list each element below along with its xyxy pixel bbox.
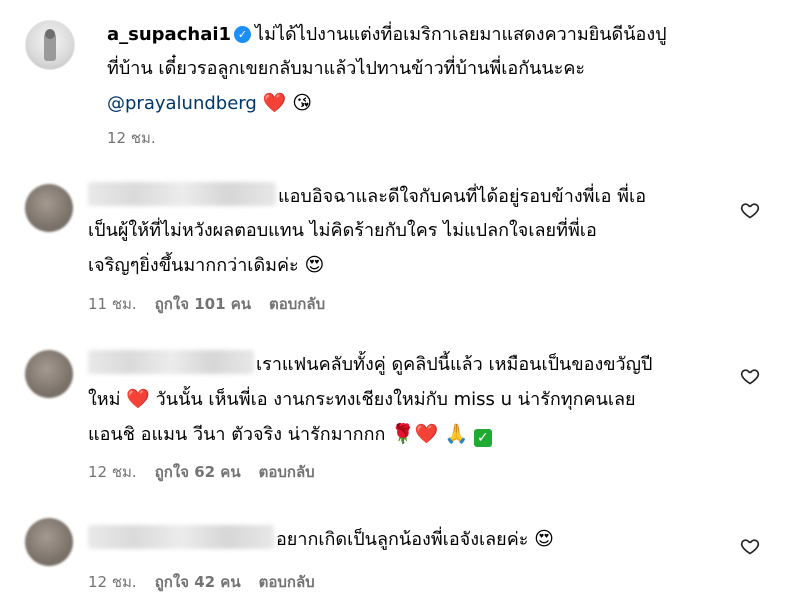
heart-outline-icon[interactable] xyxy=(740,200,760,220)
avatar-head xyxy=(45,29,55,39)
comment-line: ใหม่ ❤️ วันนั้น เห็นพี่เอ งานกระทงเชียงใ… xyxy=(88,382,652,417)
commenter-username-blurred[interactable] xyxy=(88,182,276,206)
comment-line: อยากเกิดเป็นลูกน้องพี่เอจังเลยค่ะ 😍 xyxy=(88,522,554,557)
comment-emoji: 😍 xyxy=(304,254,325,276)
commenter-avatar[interactable] xyxy=(25,184,73,232)
heart-outline-icon[interactable] xyxy=(740,536,760,556)
verified-badge-icon: ✓ xyxy=(234,26,252,43)
comment-line: แอนชิ อแมน วีนา ตัวจริง น่ารักมากกก 🌹❤️ … xyxy=(88,417,652,452)
comment-time[interactable]: 12 ชม. xyxy=(88,573,137,591)
comment-text: เราแฟนคลับทั้งคู่ ดูคลิปนี้แล้ว เหมือนเป… xyxy=(88,348,652,452)
reply-button[interactable]: ตอบกลับ xyxy=(269,295,325,313)
reply-button[interactable]: ตอบกลับ xyxy=(259,573,315,591)
comment-line-text: ใหม่ xyxy=(88,389,121,410)
comment-time[interactable]: 12 ชม. xyxy=(88,463,137,481)
comment-line-text: อยากเกิดเป็นลูกน้องพี่เอจังเลยค่ะ xyxy=(276,529,529,550)
caption-line-3: @prayalundberg ❤️ 😘 xyxy=(107,86,767,121)
comment-line: เราแฟนคลับทั้งคู่ ดูคลิปนี้แล้ว เหมือนเป… xyxy=(88,348,652,382)
comment-time[interactable]: 11 ชม. xyxy=(88,295,137,313)
comment-line-text: วันนั้น เห็นพี่เอ งานกระทงเชียงใหม่กับ m… xyxy=(155,389,636,410)
mention-link[interactable]: @prayalundberg xyxy=(107,93,257,114)
comment-likes[interactable]: ถูกใจ 62 คน xyxy=(155,463,241,481)
comment-line: เป็นผู้ให้ที่ไม่หวังผลตอบแทน ไม่คิดร้ายก… xyxy=(88,220,597,241)
comment-emoji: 😍 xyxy=(534,528,554,550)
commenter-username-blurred[interactable] xyxy=(88,350,254,374)
reply-button[interactable]: ตอบกลับ xyxy=(259,463,315,481)
commenter-avatar[interactable] xyxy=(25,518,73,566)
comment-line: แอบอิจฉาและดีใจกับคนที่ได้อยู่รอบข้างพี่… xyxy=(88,180,646,214)
comment-text: อยากเกิดเป็นลูกน้องพี่เอจังเลยค่ะ 😍 xyxy=(88,522,554,557)
comment-meta: 12 ชม. ถูกใจ 62 คน ตอบกลับ xyxy=(88,460,333,484)
check-mark-emoji: ✓ xyxy=(473,429,492,447)
comment-likes[interactable]: ถูกใจ 42 คน xyxy=(155,573,241,591)
comment-line-text: เจริญๆยิ่งขึ้นมากกว่าเดิมค่ะ xyxy=(88,255,299,276)
comment-likes[interactable]: ถูกใจ 101 คน xyxy=(155,295,251,313)
comment-line-text: แอบอิจฉาและดีใจกับคนที่ได้อยู่รอบข้างพี่… xyxy=(278,186,647,207)
comment-emoji: 🌹❤️ 🙏 xyxy=(391,423,469,445)
comment-line-text: แอนชิ อแมน วีนา ตัวจริง น่ารักมากกก xyxy=(88,424,386,445)
caption-text-1: ไม่ได้ไปงานแต่งที่อเมริกาเลยมาแสดงความยิ… xyxy=(255,24,667,45)
comment-meta: 12 ชม. ถูกใจ 42 คน ตอบกลับ xyxy=(88,570,333,594)
caption-emoji: ❤️ 😘 xyxy=(262,92,313,114)
caption-line-1: a_supachai1 ✓ ไม่ได้ไปงานแต่งที่อเมริกาเลย… xyxy=(107,18,767,52)
post-timestamp[interactable]: 12 ชม. xyxy=(107,126,156,150)
commenter-avatar[interactable] xyxy=(25,350,73,398)
caption-line-2: ที่บ้าน เดี๋ยวรอลูกเขยกลับมาแล้วไปทานข้า… xyxy=(107,58,586,79)
post-author-avatar[interactable] xyxy=(25,20,75,70)
comment-meta: 11 ชม. ถูกใจ 101 คน ตอบกลับ xyxy=(88,292,343,316)
post-username[interactable]: a_supachai1 xyxy=(107,24,231,45)
commenter-username-blurred[interactable] xyxy=(88,525,274,549)
comment-line-text: เราแฟนคลับทั้งคู่ ดูคลิปนี้แล้ว เหมือนเป… xyxy=(256,354,653,375)
heart-outline-icon[interactable] xyxy=(740,366,760,386)
comment-line: เจริญๆยิ่งขึ้นมากกว่าเดิมค่ะ 😍 xyxy=(88,248,646,283)
comment-emoji: ❤️ xyxy=(126,388,150,410)
post-caption: a_supachai1 ✓ ไม่ได้ไปงานแต่งที่อเมริกาเลย… xyxy=(107,18,767,121)
comment-text: แอบอิจฉาและดีใจกับคนที่ได้อยู่รอบข้างพี่… xyxy=(88,180,646,283)
